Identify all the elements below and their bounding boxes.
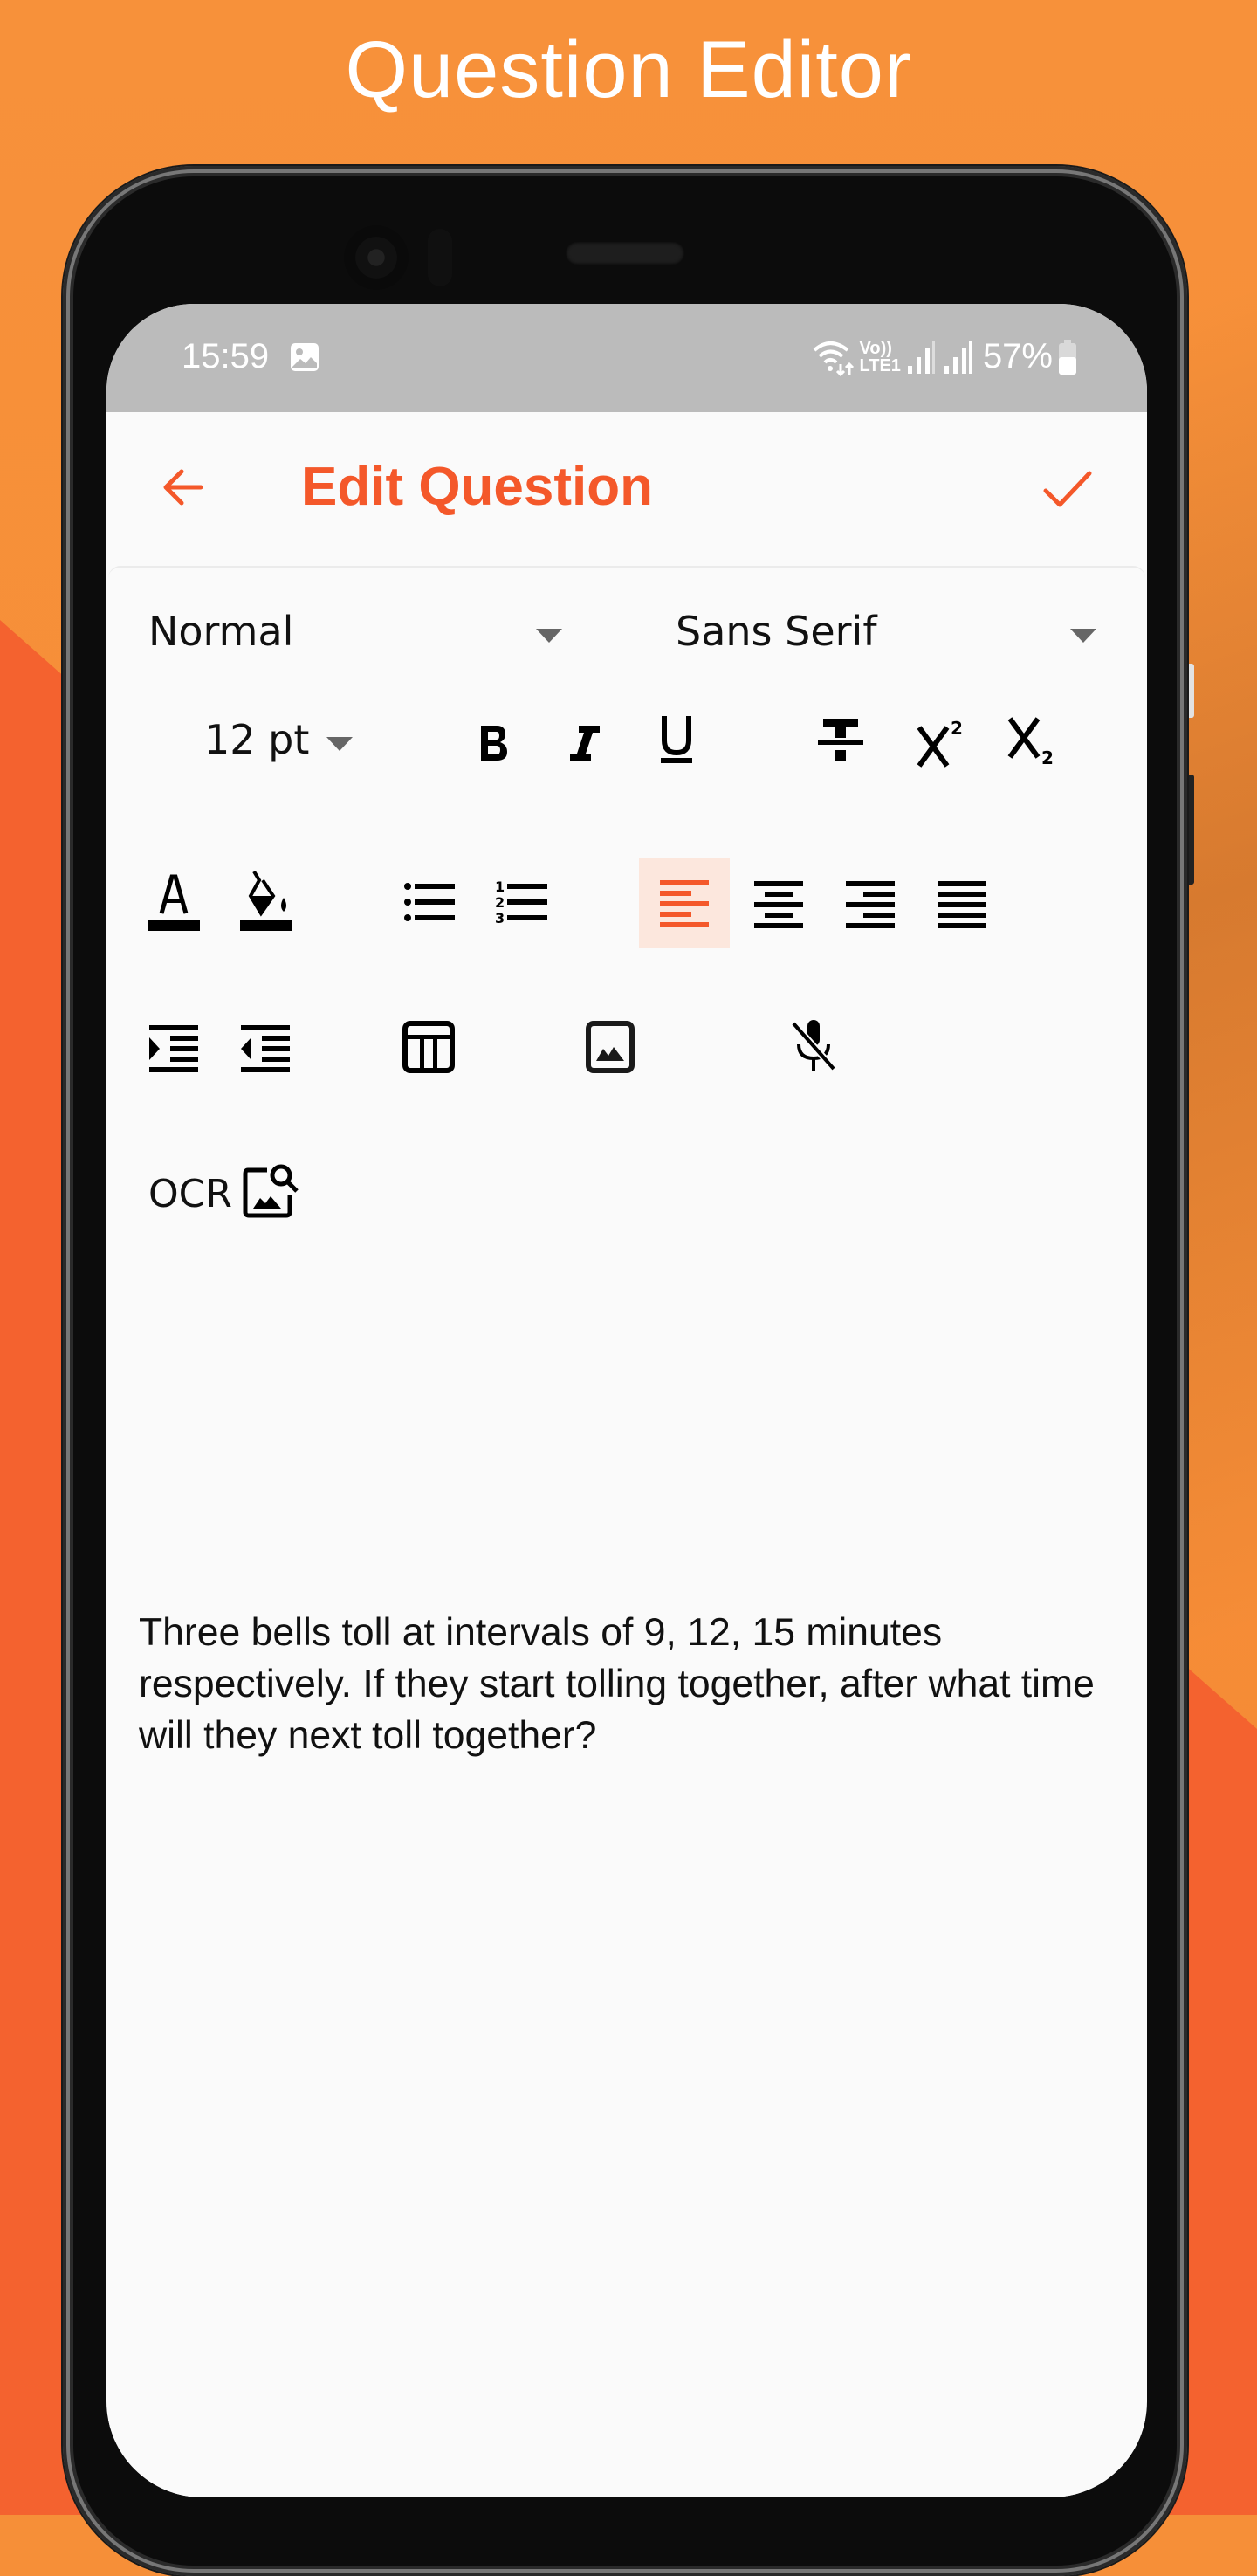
image-search-icon [243,1164,299,1218]
svg-text:3: 3 [495,910,505,926]
earpiece-speaker [566,242,684,265]
battery-icon [1058,339,1077,375]
image-icon [290,342,319,372]
font-size-value: 12 pt [204,716,310,763]
fill-color-icon [240,871,292,931]
indent-decrease-button[interactable] [235,1018,296,1079]
superscript-button[interactable]: 2 [910,711,971,772]
font-dropdown-value: Sans Serif [676,608,877,655]
svg-text:1: 1 [495,878,505,895]
align-center-button[interactable] [748,873,809,934]
background-color-button[interactable] [236,871,297,933]
chevron-down-icon [536,629,562,643]
subscript-button[interactable]: 2 [1000,711,1061,772]
bold-button[interactable] [463,713,524,774]
app-bar: Edit Question [106,412,1147,566]
signal-icon [941,340,972,375]
insert-table-button[interactable] [398,1016,459,1078]
insert-image-button[interactable] [580,1016,641,1078]
back-button[interactable] [157,461,210,513]
align-center-icon [754,881,803,928]
align-right-button[interactable] [840,873,901,934]
italic-icon [570,726,600,761]
bullet-list-icon [404,883,455,921]
battery-percent: 57% [982,337,1053,375]
superscript-icon: 2 [917,718,963,768]
status-bar: 15:59 Vo)) LTE1 57% [106,304,1147,412]
save-button[interactable] [1039,461,1095,517]
svg-text:2: 2 [495,894,505,911]
editor-content[interactable]: Three bells toll at intervals of 9, 12, … [139,1607,1116,1761]
chevron-down-icon [326,737,353,751]
header-dropdown[interactable]: Normal [148,604,637,660]
signal-icon [906,340,936,375]
numbered-list-button[interactable]: 123 [492,871,553,933]
indent-increase-button[interactable] [143,1018,204,1079]
arrow-back-icon [163,469,203,506]
status-icons: Vo)) LTE1 57% [811,337,1077,376]
bullet-list-button[interactable] [400,871,461,933]
page-title: Edit Question [301,457,653,517]
check-icon [1043,471,1092,507]
indent-increase-icon [149,1025,198,1072]
header-dropdown-value: Normal [148,608,294,655]
svg-text:2: 2 [951,718,963,739]
volte-icon: Vo)) LTE1 [859,338,901,375]
mic-off-icon [791,1020,836,1071]
align-left-button[interactable] [639,858,730,948]
sensor [428,229,452,286]
align-justify-icon [938,881,986,928]
subscript-icon: 2 [1007,717,1054,768]
svg-text:2: 2 [1041,747,1054,768]
numbered-list-icon: 123 [495,878,547,926]
ocr-button[interactable]: OCR [148,1161,314,1228]
align-justify-button[interactable] [931,873,993,934]
bold-icon [481,726,507,761]
voice-input-button[interactable] [782,1015,843,1076]
font-size-dropdown[interactable]: 12 pt [204,716,379,772]
italic-button[interactable] [553,713,615,774]
editor-toolbar: Normal Sans Serif 12 pt 2 2 1 2 3 OCR Th… [108,566,1145,2497]
status-time: 15:59 [182,337,270,375]
indent-decrease-icon [241,1025,290,1072]
text-color-button[interactable] [143,871,204,933]
font-dropdown[interactable]: Sans Serif [676,604,1130,660]
ocr-label: OCR [148,1172,232,1216]
front-camera-icon [344,225,409,290]
underline-icon [661,716,692,763]
banner-title: Question Editor [345,25,912,114]
phone-screen: 15:59 Vo)) LTE1 57% Edit Question Normal… [106,304,1147,2497]
chevron-down-icon [1070,629,1096,643]
image-icon [586,1021,635,1073]
strikethrough-button[interactable] [810,709,871,770]
strikethrough-icon [818,719,863,761]
table-icon [402,1021,455,1073]
align-left-icon [660,880,709,927]
text-color-icon [148,874,200,931]
align-right-icon [846,881,895,928]
wifi-icon [811,338,855,376]
underline-button[interactable] [646,709,707,770]
